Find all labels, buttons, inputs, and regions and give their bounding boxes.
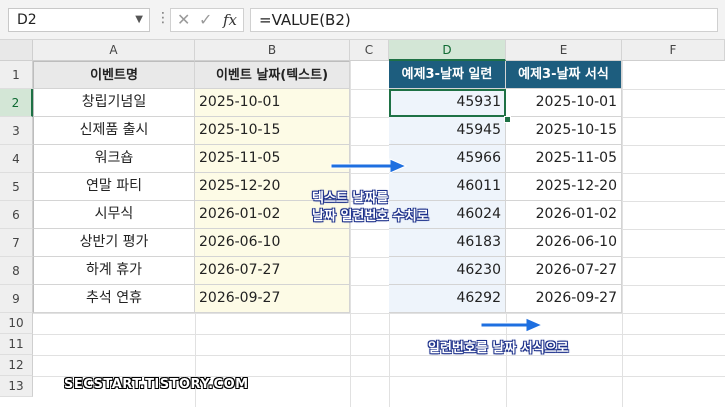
row-header-9[interactable]: 9 (0, 285, 33, 313)
cell-text-date[interactable]: 2026-07-27 (195, 257, 350, 285)
cell-event-name[interactable]: 연말 파티 (33, 173, 195, 201)
gridline (33, 334, 725, 335)
cell-event-name[interactable]: 워크숍 (33, 145, 195, 173)
chevron-down-icon[interactable]: ▼ (135, 9, 143, 31)
cell-text-date[interactable]: 2025-10-15 (195, 117, 350, 145)
gridline (195, 313, 196, 407)
header-event-date-text[interactable]: 이벤트 날짜(텍스트) (195, 61, 350, 89)
more-options-icon[interactable]: ⋮ (156, 10, 170, 26)
confirm-icon[interactable]: ✓ (199, 10, 212, 29)
cell-event-name[interactable]: 신제품 출시 (33, 117, 195, 145)
column-header-d[interactable]: D (389, 40, 506, 61)
cell-text-date[interactable]: 2026-06-10 (195, 229, 350, 257)
name-box[interactable]: D2 ▼ (8, 8, 150, 32)
row-header-3[interactable]: 3 (0, 117, 33, 145)
column-header-c[interactable]: C (350, 40, 389, 61)
cell-formatted-date[interactable]: 2026-01-02 (506, 201, 622, 229)
cell-formatted-date[interactable]: 2025-12-20 (506, 173, 622, 201)
cell-formatted-date[interactable]: 2025-10-01 (506, 89, 622, 117)
column-header-e[interactable]: E (506, 40, 622, 61)
cell-serial[interactable]: 46011 (389, 173, 506, 201)
name-box-value: D2 (17, 12, 37, 28)
cell-serial[interactable]: 45931 (389, 89, 506, 117)
row-header-7[interactable]: 7 (0, 229, 33, 257)
row-header-1[interactable]: 1 (0, 61, 33, 89)
gridline (33, 313, 725, 314)
arrow-right-icon (480, 317, 544, 333)
cell-serial[interactable]: 46183 (389, 229, 506, 257)
annotation-text-to-serial-line1: 텍스트 날짜를 (312, 191, 389, 206)
row-header-5[interactable]: 5 (0, 173, 33, 201)
cell-formatted-date[interactable]: 2025-11-05 (506, 145, 622, 173)
row-header-10[interactable]: 10 (0, 313, 33, 334)
fill-handle[interactable] (504, 116, 511, 123)
cell-text-date[interactable]: 2026-09-27 (195, 285, 350, 313)
cell-event-name[interactable]: 상반기 평가 (33, 229, 195, 257)
column-header-f[interactable]: F (622, 40, 725, 61)
cell-formatted-date[interactable]: 2026-07-27 (506, 257, 622, 285)
row-header-11[interactable]: 11 (0, 334, 33, 355)
gridline (622, 89, 725, 313)
cell-formatted-date[interactable]: 2026-06-10 (506, 229, 622, 257)
formula-bar: D2 ▼ ⋮ ✕ ✓ fx =VALUE(B2) (0, 0, 725, 40)
select-all-corner[interactable] (0, 40, 33, 61)
row-header-12[interactable]: 12 (0, 355, 33, 376)
gridline (389, 313, 390, 407)
row-header-8[interactable]: 8 (0, 257, 33, 285)
arrow-right-icon (330, 158, 408, 174)
cell-event-name[interactable]: 시무식 (33, 201, 195, 229)
cell-event-name[interactable]: 창립기념일 (33, 89, 195, 117)
cell-formatted-date[interactable]: 2026-09-27 (506, 285, 622, 313)
cell-text-date[interactable]: 2025-11-05 (195, 145, 350, 173)
cell-serial[interactable]: 46230 (389, 257, 506, 285)
insert-function-icon[interactable]: fx (223, 11, 237, 29)
cell-serial[interactable]: 46292 (389, 285, 506, 313)
cell-event-name[interactable]: 추석 연휴 (33, 285, 195, 313)
header-event-name[interactable]: 이벤트명 (33, 61, 195, 89)
cell-text-date[interactable]: 2025-10-01 (195, 89, 350, 117)
row-header-6[interactable]: 6 (0, 201, 33, 229)
column-header-b[interactable]: B (195, 40, 350, 61)
cancel-icon[interactable]: ✕ (177, 10, 190, 29)
cell-event-name[interactable]: 하계 휴가 (33, 257, 195, 285)
column-header-a[interactable]: A (33, 40, 195, 61)
row-header-13[interactable]: 13 (0, 376, 33, 397)
formula-input[interactable]: =VALUE(B2) (250, 8, 718, 32)
formula-buttons: ✕ ✓ fx (170, 8, 244, 32)
cell-formatted-date[interactable]: 2025-10-15 (506, 117, 622, 145)
annotation-serial-to-format: 일련번호를 날짜 서식으로 (428, 341, 569, 356)
row-header-4[interactable]: 4 (0, 145, 33, 173)
gridline (33, 355, 725, 356)
watermark: SECSTART.TISTORY.COM (64, 377, 249, 392)
header-serial[interactable]: 예제3-날짜 일련 (389, 61, 506, 89)
row-header-2[interactable]: 2 (0, 89, 33, 117)
header-formatted-date[interactable]: 예제3-날짜 서식 (506, 61, 622, 89)
cell-serial[interactable]: 45945 (389, 117, 506, 145)
annotation-text-to-serial-line2: 날짜 일련번호 수치로 (312, 209, 429, 224)
